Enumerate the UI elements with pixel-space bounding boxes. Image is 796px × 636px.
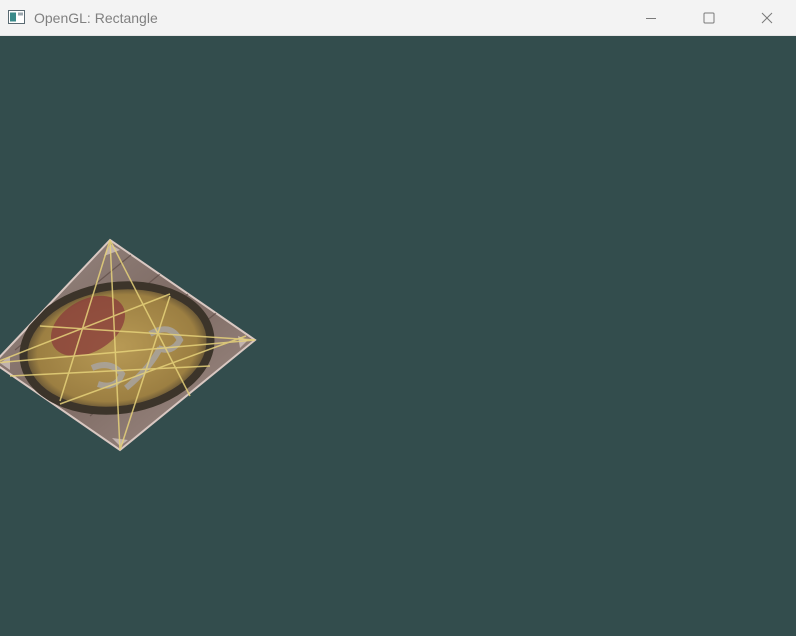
minimize-button[interactable] (622, 0, 680, 35)
close-icon (761, 12, 773, 23)
title-bar[interactable]: OpenGL: Rectangle (0, 0, 796, 36)
render-scene (0, 238, 257, 452)
minimize-icon (646, 17, 656, 19)
close-button[interactable] (738, 0, 796, 35)
opengl-window: OpenGL: Rectangle (0, 0, 796, 636)
window-title: OpenGL: Rectangle (34, 10, 158, 26)
window-app-icon (8, 10, 25, 24)
textured-quad (0, 238, 257, 452)
maximize-icon (703, 12, 715, 23)
maximize-button[interactable] (680, 0, 738, 35)
gl-viewport[interactable] (0, 36, 796, 636)
